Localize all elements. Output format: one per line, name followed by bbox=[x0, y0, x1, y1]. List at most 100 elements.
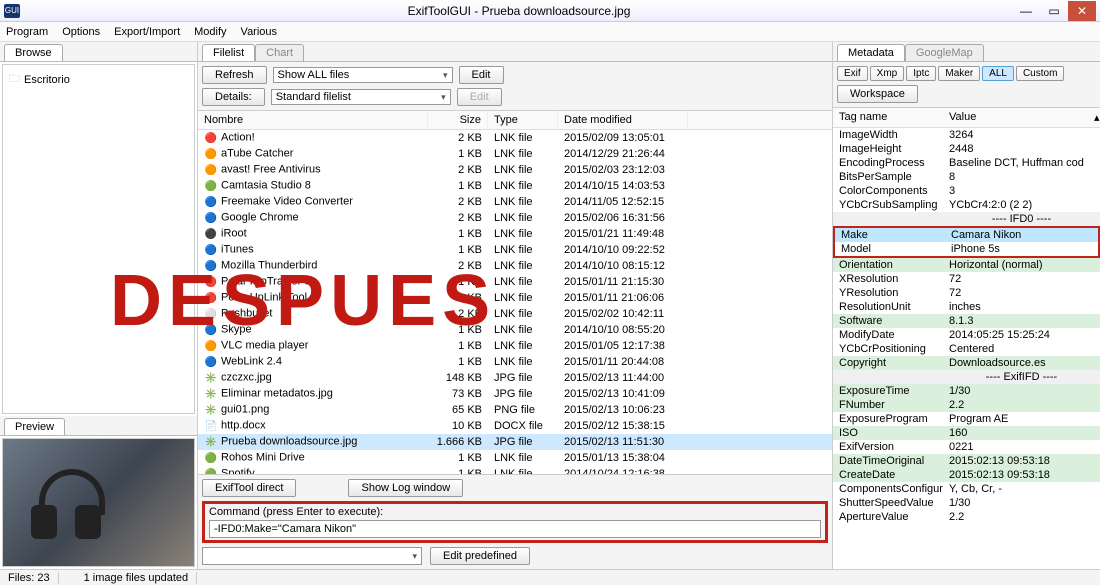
tree-item-escritorio[interactable]: 🗀 Escritorio bbox=[7, 69, 190, 90]
edit-button[interactable]: Edit bbox=[459, 66, 504, 84]
meta-row[interactable]: ExposureProgramProgram AE bbox=[833, 412, 1100, 426]
file-row[interactable]: 🟠avast! Free Antivirus2 KBLNK file2015/0… bbox=[198, 162, 832, 178]
meta-btn-exif[interactable]: Exif bbox=[837, 66, 868, 81]
meta-row[interactable]: FNumber2.2 bbox=[833, 398, 1100, 412]
meta-row[interactable]: CopyrightDownloadsource.es bbox=[833, 356, 1100, 370]
tab-filelist[interactable]: Filelist bbox=[202, 44, 255, 61]
file-row[interactable]: 🟠VLC media player1 KBLNK file2015/01/05 … bbox=[198, 338, 832, 354]
meta-row[interactable]: YCbCrPositioningCentered bbox=[833, 342, 1100, 356]
workspace-button[interactable]: Workspace bbox=[837, 85, 918, 103]
chevron-down-icon: ▾ bbox=[441, 92, 446, 103]
file-icon: 🔴 bbox=[204, 291, 218, 305]
file-icon: ✳️ bbox=[204, 435, 218, 449]
metadata-table[interactable]: Tag name Value ▴ ImageWidth3264ImageHeig… bbox=[833, 108, 1100, 569]
command-input[interactable] bbox=[209, 520, 821, 538]
file-row[interactable]: ✳️Prueba downloadsource.jpg1.666 KBJPG f… bbox=[198, 434, 832, 450]
file-row[interactable]: ⚫iRoot1 KBLNK file2015/01/21 11:49:48 bbox=[198, 226, 832, 242]
tab-browse[interactable]: Browse bbox=[4, 44, 63, 61]
refresh-button[interactable]: Refresh bbox=[202, 66, 267, 84]
file-row[interactable]: 🔵WebLink 2.41 KBLNK file2015/01/11 20:44… bbox=[198, 354, 832, 370]
col-header-date[interactable]: Date modified bbox=[558, 111, 688, 129]
meta-row[interactable]: MakeCamara Nikon bbox=[835, 228, 1098, 242]
filelist-select[interactable]: Standard filelist▾ bbox=[271, 89, 451, 105]
meta-row[interactable]: ImageWidth3264 bbox=[833, 128, 1100, 142]
meta-row[interactable]: ISO160 bbox=[833, 426, 1100, 440]
meta-row[interactable]: ModifyDate2014:05:25 15:25:24 bbox=[833, 328, 1100, 342]
file-list[interactable]: Nombre Size Type Date modified 🔴Action!2… bbox=[198, 111, 832, 474]
file-row[interactable]: 🟠aTube Catcher1 KBLNK file2014/12/29 21:… bbox=[198, 146, 832, 162]
file-row[interactable]: 🟢Camtasia Studio 81 KBLNK file2014/10/15… bbox=[198, 178, 832, 194]
meta-row[interactable]: ExposureTime1/30 bbox=[833, 384, 1100, 398]
file-row[interactable]: ✳️czczxc.jpg148 KBJPG file2015/02/13 11:… bbox=[198, 370, 832, 386]
file-row[interactable]: 📄http.docx10 KBDOCX file2015/02/12 15:38… bbox=[198, 418, 832, 434]
file-icon: 🔴 bbox=[204, 131, 218, 145]
meta-col-value[interactable]: Value bbox=[943, 108, 1088, 127]
meta-btn-custom[interactable]: Custom bbox=[1016, 66, 1064, 81]
exiftool-direct-button[interactable]: ExifTool direct bbox=[202, 479, 296, 497]
maximize-button[interactable]: ▭ bbox=[1040, 1, 1068, 21]
menu-modify[interactable]: Modify bbox=[194, 26, 226, 38]
meta-row[interactable]: ResolutionUnitinches bbox=[833, 300, 1100, 314]
meta-row[interactable]: ModeliPhone 5s bbox=[835, 242, 1098, 256]
tab-preview[interactable]: Preview bbox=[4, 418, 65, 435]
meta-row[interactable]: OrientationHorizontal (normal) bbox=[833, 258, 1100, 272]
file-row[interactable]: 🔵Google Chrome2 KBLNK file2015/02/06 16:… bbox=[198, 210, 832, 226]
file-row[interactable]: 🔴Polar UpLink Tool1 KBLNK file2015/01/11… bbox=[198, 290, 832, 306]
meta-section: ---- ExifIFD ---- bbox=[833, 370, 1100, 384]
file-row[interactable]: ⚪Pushbullet2 KBLNK file2015/02/02 10:42:… bbox=[198, 306, 832, 322]
center-tab-strip: Filelist Chart bbox=[198, 42, 832, 62]
menu-options[interactable]: Options bbox=[62, 26, 100, 38]
meta-row[interactable]: BitsPerSample8 bbox=[833, 170, 1100, 184]
file-row[interactable]: 🔵Skype1 KBLNK file2014/10/10 08:55:20 bbox=[198, 322, 832, 338]
meta-row[interactable]: ExifVersion0221 bbox=[833, 440, 1100, 454]
meta-row[interactable]: ImageHeight2448 bbox=[833, 142, 1100, 156]
details-button[interactable]: Details: bbox=[202, 88, 265, 106]
scroll-up-icon[interactable]: ▴ bbox=[1088, 108, 1100, 127]
col-header-name[interactable]: Nombre bbox=[198, 111, 428, 129]
folder-tree[interactable]: 🗀 Escritorio bbox=[2, 64, 195, 414]
file-row[interactable]: 🔴Action!2 KBLNK file2015/02/09 13:05:01 bbox=[198, 130, 832, 146]
meta-row[interactable]: ShutterSpeedValue1/30 bbox=[833, 496, 1100, 510]
meta-row[interactable]: CreateDate2015:02:13 09:53:18 bbox=[833, 468, 1100, 482]
meta-row[interactable]: DateTimeOriginal2015:02:13 09:53:18 bbox=[833, 454, 1100, 468]
file-row[interactable]: ✳️Eliminar metadatos.jpg73 KBJPG file201… bbox=[198, 386, 832, 402]
file-row[interactable]: 🔵iTunes1 KBLNK file2014/10/10 09:22:52 bbox=[198, 242, 832, 258]
file-row[interactable]: 🔴Polar ProTrainer 51 KBLNK file2015/01/1… bbox=[198, 274, 832, 290]
tab-googlemap[interactable]: GoogleMap bbox=[905, 44, 984, 61]
menu-exportimport[interactable]: Export/Import bbox=[114, 26, 180, 38]
tab-metadata[interactable]: Metadata bbox=[837, 44, 905, 61]
edit-predefined-button[interactable]: Edit predefined bbox=[430, 547, 530, 565]
meta-row[interactable]: YCbCrSubSamplingYCbCr4:2:0 (2 2) bbox=[833, 198, 1100, 212]
file-row[interactable]: 🟢Spotify1 KBLNK file2014/10/24 12:16:38 bbox=[198, 466, 832, 474]
meta-col-tag[interactable]: Tag name bbox=[833, 108, 943, 127]
file-icon: 🟠 bbox=[204, 339, 218, 353]
tab-chart[interactable]: Chart bbox=[255, 44, 304, 61]
file-row[interactable]: 🟢Rohos Mini Drive1 KBLNK file2015/01/13 … bbox=[198, 450, 832, 466]
menu-program[interactable]: Program bbox=[6, 26, 48, 38]
close-button[interactable]: ✕ bbox=[1068, 1, 1096, 21]
col-header-size[interactable]: Size bbox=[428, 111, 488, 129]
file-icon: ✳️ bbox=[204, 387, 218, 401]
file-row[interactable]: 🔵Freemake Video Converter2 KBLNK file201… bbox=[198, 194, 832, 210]
meta-row[interactable]: YResolution72 bbox=[833, 286, 1100, 300]
file-row[interactable]: ✳️gui01.png65 KBPNG file2015/02/13 10:06… bbox=[198, 402, 832, 418]
meta-row[interactable]: Software8.1.3 bbox=[833, 314, 1100, 328]
col-header-type[interactable]: Type bbox=[488, 111, 558, 129]
meta-btn-iptc[interactable]: Iptc bbox=[906, 66, 936, 81]
show-all-select[interactable]: Show ALL files▾ bbox=[273, 67, 453, 83]
edit2-button: Edit bbox=[457, 88, 502, 106]
meta-row[interactable]: ApertureValue2.2 bbox=[833, 510, 1100, 524]
meta-row[interactable]: XResolution72 bbox=[833, 272, 1100, 286]
show-log-button[interactable]: Show Log window bbox=[348, 479, 463, 497]
meta-btn-all[interactable]: ALL bbox=[982, 66, 1014, 81]
meta-btn-maker[interactable]: Maker bbox=[938, 66, 980, 81]
browse-tab-strip: Browse bbox=[0, 42, 197, 62]
meta-row[interactable]: ColorComponents3 bbox=[833, 184, 1100, 198]
file-row[interactable]: 🔵Mozilla Thunderbird2 KBLNK file2014/10/… bbox=[198, 258, 832, 274]
meta-row[interactable]: EncodingProcessBaseline DCT, Huffman cod bbox=[833, 156, 1100, 170]
menu-various[interactable]: Various bbox=[241, 26, 277, 38]
meta-btn-xmp[interactable]: Xmp bbox=[870, 66, 905, 81]
minimize-button[interactable]: — bbox=[1012, 1, 1040, 21]
command-history-select[interactable]: ▾ bbox=[202, 547, 422, 565]
meta-row[interactable]: ComponentsConfigurationY, Cb, Cr, - bbox=[833, 482, 1100, 496]
